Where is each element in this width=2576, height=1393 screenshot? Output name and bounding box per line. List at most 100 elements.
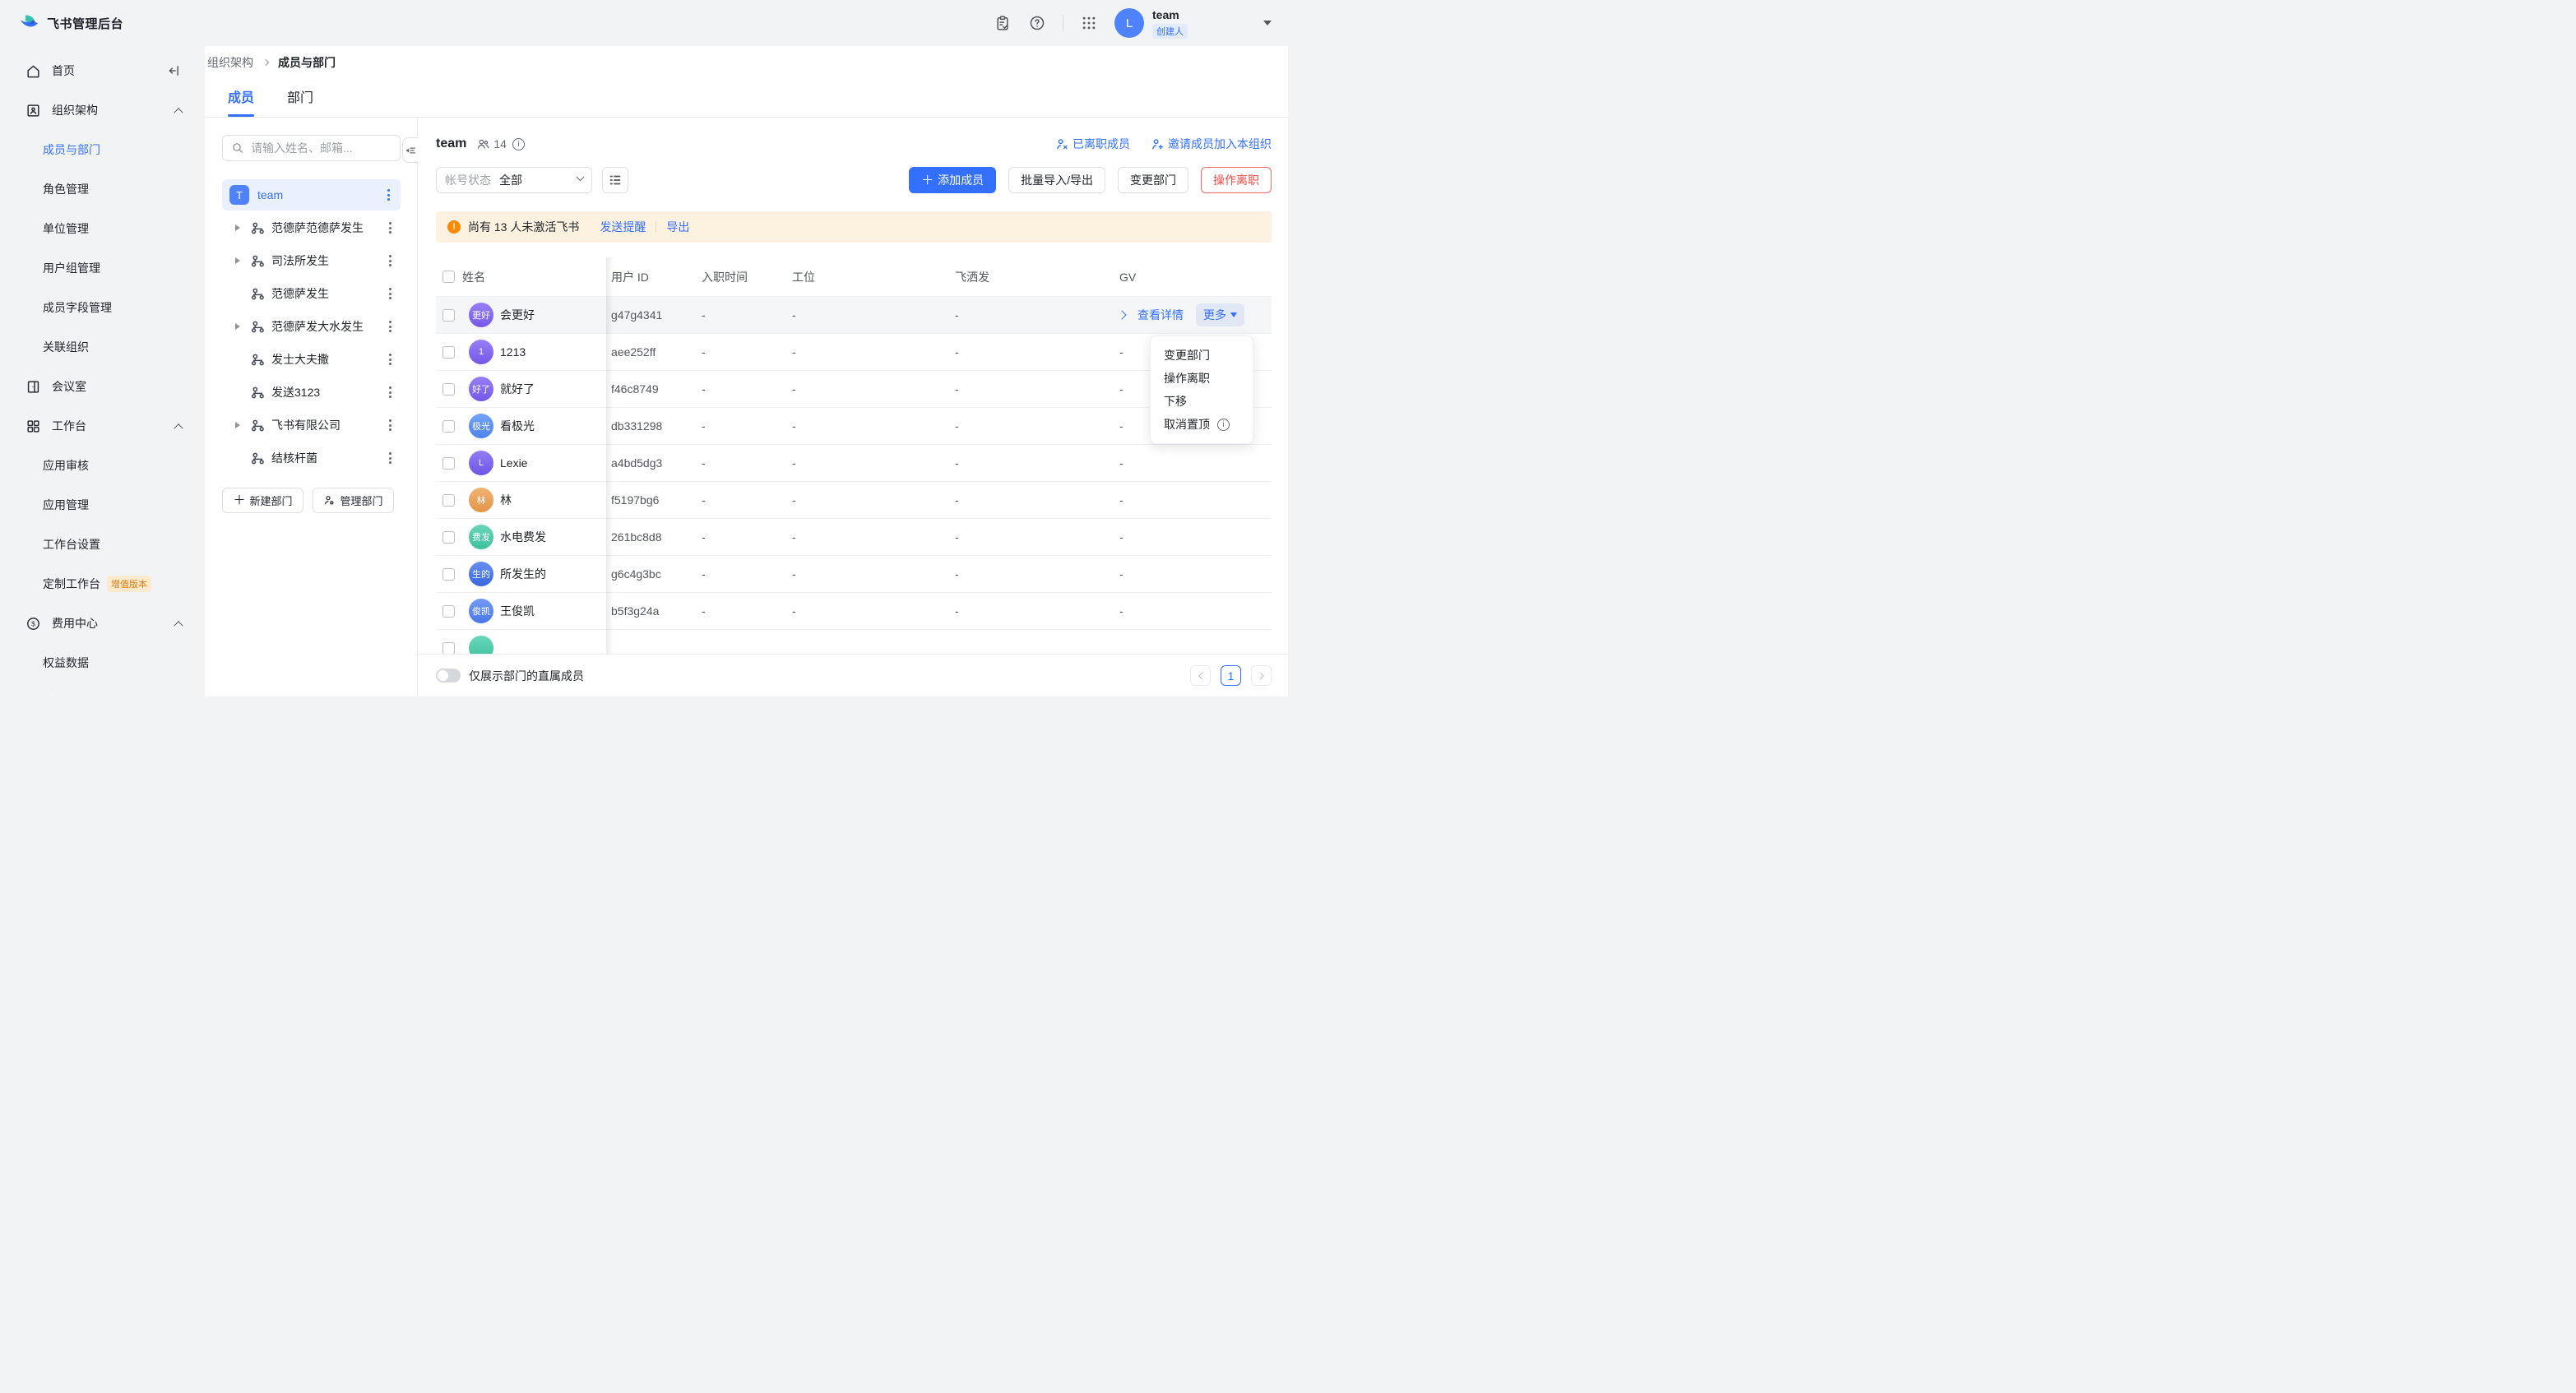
sidebar-item-usergroup-mgmt[interactable]: 用户组管理	[0, 248, 205, 288]
table-row[interactable]: 极光看极光 db331298----	[436, 408, 1272, 445]
next-page-button[interactable]	[1251, 665, 1272, 686]
batch-import-export-button[interactable]: 批量导入/导出	[1008, 167, 1105, 193]
tree-item-dept[interactable]: 范德萨范德萨发生	[222, 211, 401, 244]
user-menu[interactable]: L team 创建人	[1114, 8, 1188, 39]
sidebar-item-cost-center[interactable]: $ 费用中心	[0, 604, 205, 643]
invite-members-link[interactable]: 邀请成员加入本组织	[1151, 136, 1272, 152]
menu-item-unpin[interactable]: 取消置顶 i	[1151, 413, 1253, 436]
plus-icon: ＋	[921, 174, 934, 187]
sidebar-collapse-icon[interactable]	[167, 63, 182, 78]
tab-departments[interactable]: 部门	[287, 79, 313, 117]
sidebar-item-unit-mgmt[interactable]: 单位管理	[0, 209, 205, 248]
more-actions-icon[interactable]	[387, 285, 394, 303]
tree-item-dept[interactable]: 司法所发生	[222, 244, 401, 277]
sidebar-item-custom-workbench[interactable]: 定制工作台 增值版本	[0, 564, 205, 604]
row-checkbox[interactable]	[442, 309, 455, 322]
member-search	[222, 135, 401, 161]
table-row[interactable]: 费发水电费发 261bc8d8----	[436, 519, 1272, 556]
change-department-button[interactable]: 变更部门	[1118, 167, 1188, 193]
add-member-button[interactable]: ＋添加成员	[909, 167, 996, 193]
tab-members[interactable]: 成员	[228, 79, 254, 117]
table-row[interactable]: 更好 会更好 g47g4341 - - - 查看详情 更多	[436, 297, 1272, 334]
table-row[interactable]: LLexie a4bd5dg3----	[436, 445, 1272, 482]
table-row[interactable]: 生的所发生的 g6c4g3bc----	[436, 556, 1272, 593]
tree-item-dept[interactable]: 范德萨发生	[222, 277, 401, 310]
sidebar-item-meeting-rooms[interactable]: 会议室	[0, 367, 205, 406]
more-actions-icon[interactable]	[385, 186, 392, 204]
sidebar-item-app-mgmt[interactable]: 应用管理	[0, 485, 205, 525]
row-checkbox[interactable]	[442, 383, 455, 396]
resigned-members-link[interactable]: 已离职成员	[1056, 136, 1130, 152]
row-checkbox[interactable]	[442, 605, 455, 618]
page-number[interactable]: 1	[1221, 665, 1241, 686]
view-detail-link[interactable]: 查看详情	[1137, 307, 1184, 323]
more-actions-icon[interactable]	[387, 383, 394, 401]
row-checkbox[interactable]	[442, 494, 455, 507]
row-checkbox[interactable]	[442, 642, 455, 655]
menu-item-move-down[interactable]: 下移	[1151, 390, 1253, 413]
expand-arrow-icon[interactable]	[235, 224, 245, 231]
search-input[interactable]	[251, 141, 391, 155]
department-icon	[251, 419, 265, 433]
sidebar-item-member-fields[interactable]: 成员字段管理	[0, 288, 205, 327]
info-icon[interactable]: i	[512, 138, 525, 150]
audit-log-icon[interactable]	[994, 14, 1012, 32]
export-link[interactable]: 导出	[666, 219, 689, 235]
sidebar-item-role-mgmt[interactable]: 角色管理	[0, 169, 205, 209]
direct-members-toggle[interactable]	[436, 669, 461, 683]
send-reminder-link[interactable]: 发送提醒	[600, 219, 646, 235]
tree-item-dept[interactable]: 范德萨发大水发生	[222, 310, 401, 343]
sidebar-item-benefit-data[interactable]: 权益数据	[0, 643, 205, 683]
manage-department-button[interactable]: 管理部门	[313, 488, 394, 513]
more-actions-icon[interactable]	[387, 350, 394, 368]
select-all-checkbox[interactable]	[442, 271, 455, 283]
new-department-button[interactable]: ＋ 新建部门	[222, 488, 303, 513]
account-status-select[interactable]: 帐号状态 全部	[436, 167, 592, 193]
apps-grid-icon[interactable]	[1080, 14, 1098, 32]
tree-item-dept[interactable]: 飞书有限公司	[222, 409, 401, 442]
user-menu-caret-icon[interactable]	[1263, 21, 1272, 25]
expand-row-icon[interactable]	[1117, 310, 1126, 319]
tree-item-dept[interactable]: 结核杆菌	[222, 442, 401, 474]
sidebar-item-billing[interactable]: 费用账单	[0, 683, 205, 696]
table-row[interactable]: 俊凯王俊凯 b5f3g24a----	[436, 593, 1272, 630]
tree-root-team[interactable]: T team	[222, 179, 401, 211]
row-checkbox[interactable]	[442, 457, 455, 470]
resign-button[interactable]: 操作离职	[1201, 167, 1272, 193]
sidebar-item-members-depts[interactable]: 成员与部门	[0, 130, 205, 169]
sidebar-item-org[interactable]: 组织架构	[0, 90, 205, 130]
tree-item-dept[interactable]: 发送3123	[222, 376, 401, 409]
table-row[interactable]: 林林 f5197bg6----	[436, 482, 1272, 519]
expand-arrow-icon[interactable]	[235, 257, 245, 264]
sidebar-item-workbench[interactable]: 工作台	[0, 406, 205, 446]
help-icon[interactable]	[1028, 14, 1046, 32]
more-actions-icon[interactable]	[387, 219, 394, 237]
table-row[interactable]: 11213 aee252ff----	[436, 334, 1272, 371]
sidebar-item-home[interactable]: 首页	[0, 51, 205, 90]
menu-item-change-dept[interactable]: 变更部门	[1151, 344, 1253, 367]
more-button[interactable]: 更多	[1196, 303, 1244, 326]
row-checkbox[interactable]	[442, 346, 455, 359]
sidebar-item-app-review[interactable]: 应用审核	[0, 446, 205, 485]
org-structure-icon	[25, 102, 41, 118]
more-actions-icon[interactable]	[387, 317, 394, 336]
sidebar-item-linked-org[interactable]: 关联组织	[0, 327, 205, 367]
more-actions-icon[interactable]	[387, 416, 394, 434]
collapse-tree-handle[interactable]	[402, 137, 418, 163]
row-checkbox[interactable]	[442, 531, 455, 544]
more-actions-icon[interactable]	[387, 252, 394, 270]
row-checkbox[interactable]	[442, 568, 455, 581]
person-plus-icon	[1151, 138, 1164, 150]
more-actions-icon[interactable]	[387, 449, 394, 467]
sidebar-item-workbench-settings[interactable]: 工作台设置	[0, 525, 205, 564]
expand-arrow-icon[interactable]	[235, 422, 245, 428]
breadcrumb-org[interactable]: 组织架构	[207, 54, 253, 71]
expand-arrow-icon[interactable]	[235, 323, 245, 330]
column-settings-button[interactable]	[602, 167, 628, 193]
menu-item-resign[interactable]: 操作离职	[1151, 367, 1253, 390]
avatar: 更好	[469, 303, 493, 327]
prev-page-button[interactable]	[1190, 665, 1211, 686]
row-checkbox[interactable]	[442, 420, 455, 433]
table-row[interactable]: 好了就好了 f46c8749----	[436, 371, 1272, 408]
tree-item-dept[interactable]: 发士大夫撒	[222, 343, 401, 376]
